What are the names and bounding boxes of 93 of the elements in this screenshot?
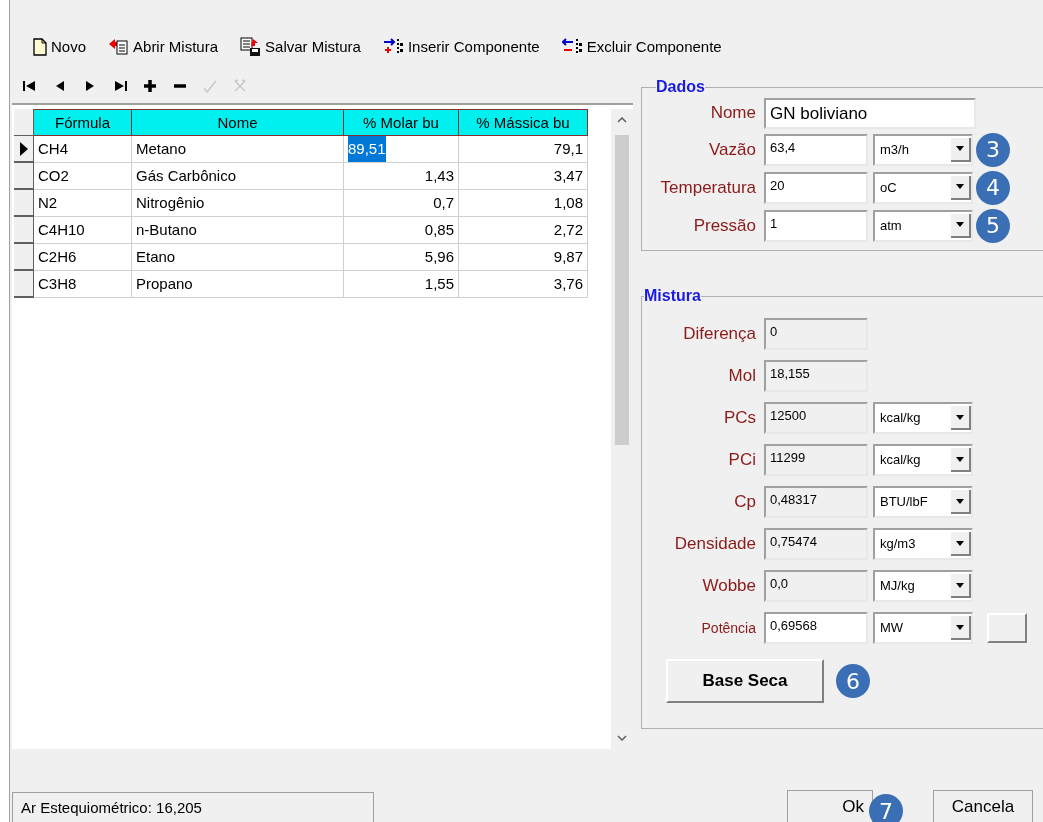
table-cell: 1,55 (344, 271, 459, 298)
name-field[interactable]: GN boliviano (764, 97, 976, 129)
callout-badge: 3 (976, 132, 1010, 167)
table-cell: Etano (132, 244, 344, 271)
save-document-icon (240, 37, 263, 57)
table-cell: 1,08 (459, 190, 588, 217)
table-cell: N2 (34, 190, 132, 217)
table-cell: Metano (132, 136, 344, 163)
table-cell: C3H8 (34, 271, 132, 298)
toolbar-button[interactable]: Salvar Mistura (240, 35, 361, 59)
caret-icon (956, 624, 964, 630)
value-field[interactable]: 20 (764, 171, 868, 204)
value-field: 0,0 (764, 570, 868, 602)
caret-icon (956, 540, 964, 546)
table-cell: 79,1 (459, 136, 588, 163)
field-label: Cp (733, 491, 757, 514)
row-indicator[interactable] (14, 136, 34, 163)
table-cell: 3,47 (459, 163, 588, 190)
caret-icon (956, 184, 964, 189)
caret-icon (956, 498, 964, 504)
unit-dropdown[interactable]: kcal/kg (873, 444, 973, 476)
callout-badge: 7 (869, 794, 903, 822)
table-cell: Nitrogênio (132, 190, 344, 217)
value-field[interactable]: 0,69568 (764, 612, 868, 644)
table-cell: Propano (132, 271, 344, 298)
scroll-down-icon (617, 735, 627, 741)
unit-dropdown[interactable]: kg/m3 (873, 528, 973, 560)
caret-icon (956, 146, 964, 151)
column-header[interactable]: Fórmula (34, 109, 132, 136)
base-seca-button[interactable]: Base Seca (666, 659, 824, 703)
document-icon (32, 38, 48, 56)
unit-dropdown[interactable]: MW (873, 612, 973, 644)
field-label: PCs (722, 407, 757, 430)
toolbar-button[interactable]: Inserir Componente (382, 35, 540, 59)
callout-badge: 4 (976, 170, 1010, 205)
table-cell: 9,87 (459, 244, 588, 271)
field-label: PCi (727, 449, 757, 472)
field-label: Pressão (692, 214, 757, 237)
field-label: Potência (700, 618, 757, 638)
field-label: Diferença (682, 323, 757, 346)
column-header[interactable]: % Molar bu (344, 109, 459, 136)
table-cell: 0,85 (344, 217, 459, 244)
field-label: Nome (709, 102, 757, 125)
unit-dropdown[interactable]: m3/h (873, 133, 973, 166)
table-cell: C2H6 (34, 244, 132, 271)
callout-badge: 6 (836, 664, 870, 698)
value-field: 0,75474 (764, 528, 868, 560)
table-cell: 2,72 (459, 217, 588, 244)
header-corner (14, 109, 34, 136)
value-field: 12500 (764, 402, 868, 434)
toolbar-button[interactable]: Abrir Mistura (108, 35, 219, 59)
unit-dropdown[interactable]: BTU/lbF (873, 486, 973, 518)
column-header[interactable]: % Mássica bu (459, 109, 588, 136)
toolbar-button[interactable]: Excluir Componente (561, 35, 722, 59)
column-header[interactable]: Nome (132, 109, 344, 136)
table-cell: 3,76 (459, 271, 588, 298)
caret-icon (956, 582, 964, 588)
caret-icon (956, 414, 964, 420)
caret-icon (956, 222, 964, 227)
scroll-up-icon (617, 117, 627, 123)
dialog-button[interactable]: Cancela (933, 790, 1033, 822)
table-cell: Gás Carbônico (132, 163, 344, 190)
table-cell: C4H10 (34, 217, 132, 244)
value-field[interactable]: 63,4 (764, 133, 868, 166)
field-label: Vazão (708, 138, 757, 161)
table-cell: CH4 (34, 136, 132, 163)
table-cell: 0,7 (344, 190, 459, 217)
value-field: 0 (764, 318, 868, 350)
value-field: 11299 (764, 444, 868, 476)
table-cell: n-Butano (132, 217, 344, 244)
table-cell: CO2 (34, 163, 132, 190)
value-field: 0,48317 (764, 486, 868, 518)
field-label: Temperatura (659, 176, 757, 199)
value-field: 18,155 (764, 360, 868, 392)
extra-button[interactable] (987, 613, 1027, 643)
value-field[interactable]: 1 (764, 209, 868, 242)
toolbar-button[interactable]: Novo (32, 35, 87, 59)
field-label: Wobbe (701, 575, 757, 598)
field-label: Densidade (673, 533, 757, 556)
table-cell: 1,43 (344, 163, 459, 190)
unit-dropdown[interactable]: atm (873, 209, 973, 242)
caret-icon (956, 456, 964, 462)
table-cell: 89,51 (344, 136, 459, 163)
field-label: Mol (727, 365, 757, 388)
unit-dropdown[interactable]: MJ/kg (873, 570, 973, 602)
callout-badge: 5 (976, 208, 1010, 243)
dialog-button[interactable]: Ok (787, 790, 873, 822)
unit-dropdown[interactable]: oC (873, 171, 973, 204)
table-cell: 5,96 (344, 244, 459, 271)
open-document-icon (108, 38, 131, 56)
status-bar: Ar Estequiométrico: 16,205 (12, 792, 374, 822)
unit-dropdown[interactable]: kcal/kg (873, 402, 973, 434)
current-row-icon (19, 141, 28, 156)
